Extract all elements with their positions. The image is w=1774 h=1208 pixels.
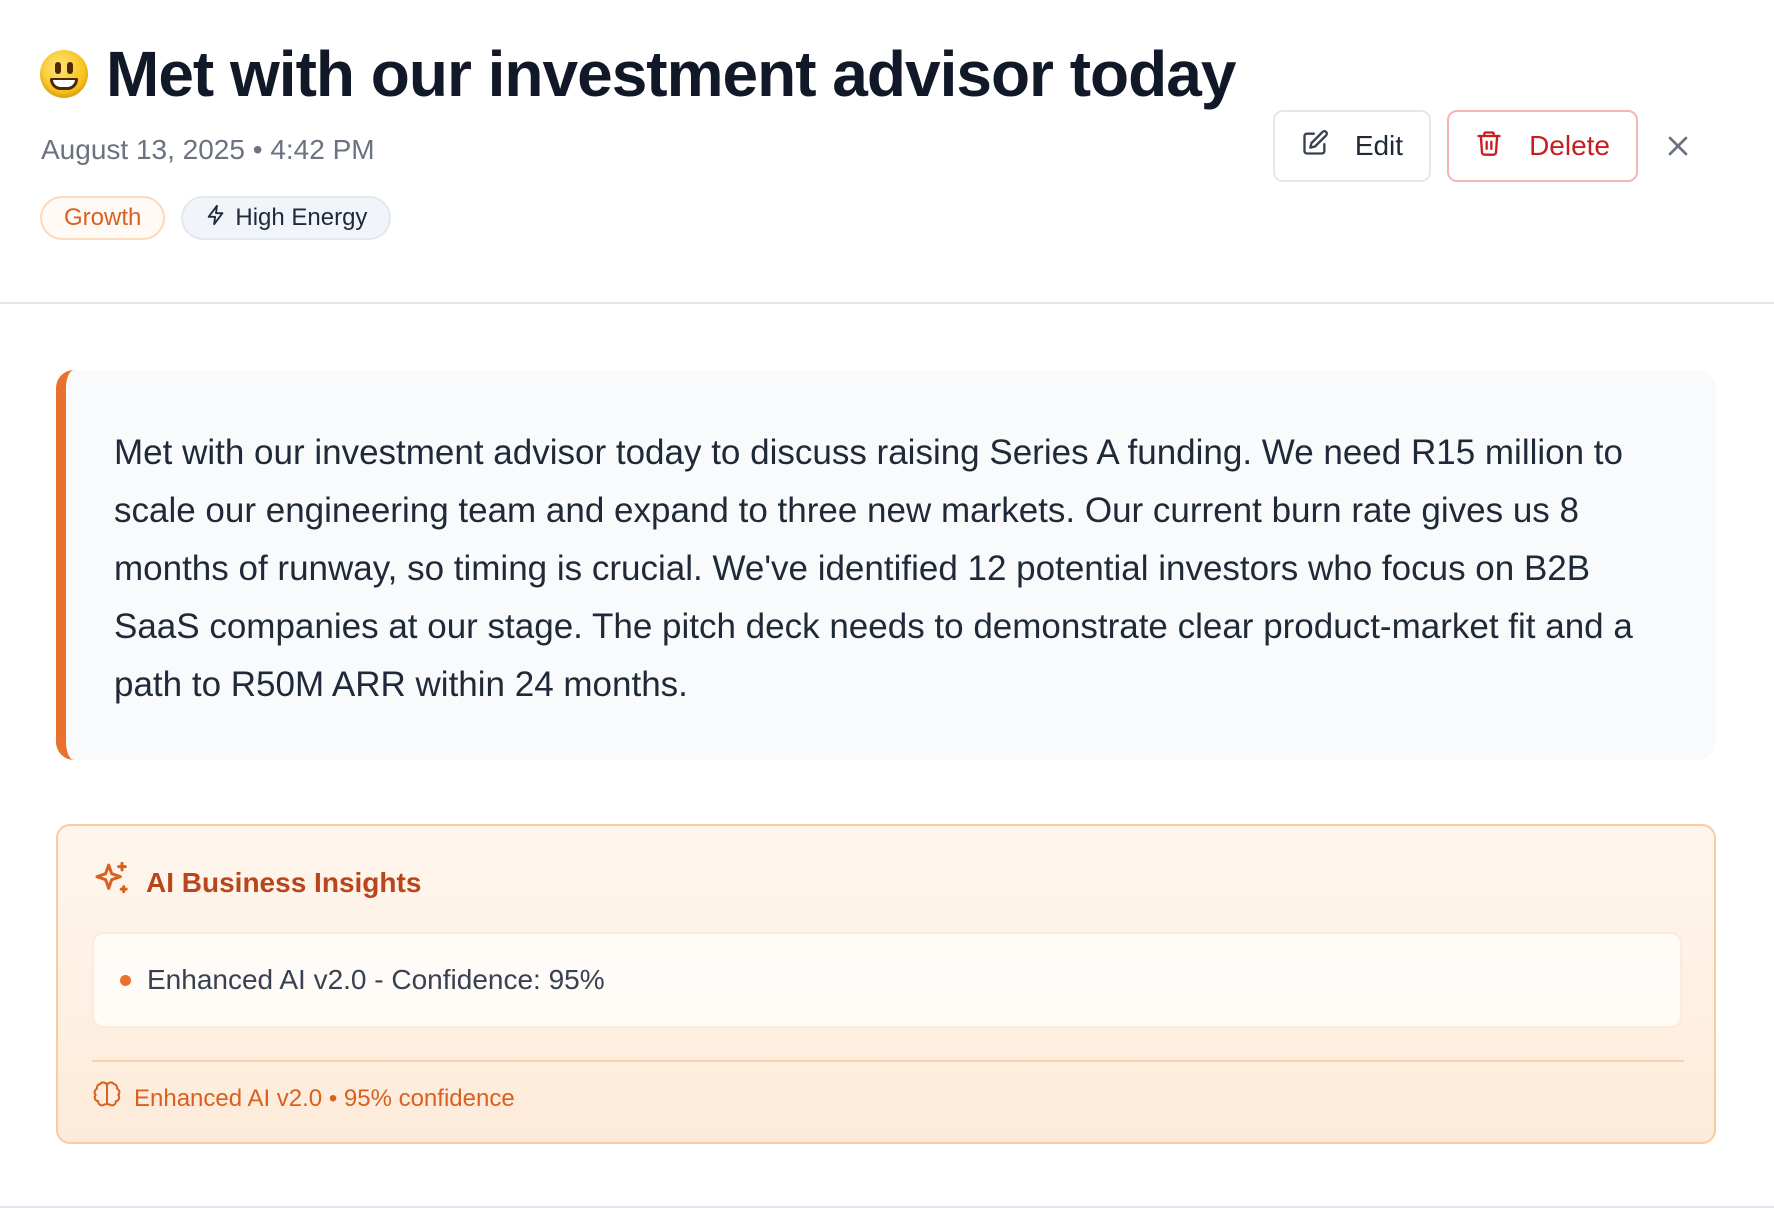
insights-footer-text: Enhanced AI v2.0 • 95% confidence bbox=[134, 1084, 515, 1112]
tag-energy-label: High Energy bbox=[235, 204, 368, 231]
tag-list: Growth High Energy bbox=[40, 196, 392, 240]
entry-actions: Edit Delete bbox=[1272, 110, 1638, 182]
brain-icon bbox=[92, 1080, 122, 1117]
delete-button[interactable]: Delete bbox=[1447, 110, 1638, 182]
tag-growth-label: Growth bbox=[64, 204, 142, 231]
delete-button-label: Delete bbox=[1529, 130, 1610, 161]
bullet-dot-icon bbox=[120, 974, 131, 986]
close-icon bbox=[1662, 136, 1694, 166]
insights-divider bbox=[92, 1060, 1684, 1062]
sparkles-icon bbox=[92, 860, 132, 905]
edit-button[interactable]: Edit bbox=[1272, 110, 1432, 182]
insight-item-text: Enhanced AI v2.0 - Confidence: 95% bbox=[147, 964, 605, 995]
pencil-square-icon bbox=[1301, 129, 1329, 164]
entry-timestamp: August 13, 2025 • 4:42 PM bbox=[41, 134, 375, 166]
grinning-face-emoji-icon bbox=[40, 50, 88, 98]
insights-title: AI Business Insights bbox=[146, 866, 422, 898]
lightning-icon bbox=[205, 204, 227, 233]
edit-button-label: Edit bbox=[1354, 130, 1404, 161]
entry-body-card: Met with our investment advisor today to… bbox=[56, 370, 1716, 760]
title-row: Met with our investment advisor today bbox=[40, 36, 1236, 112]
ai-insights-panel: AI Business Insights Enhanced AI v2.0 - … bbox=[56, 824, 1716, 1144]
entry-title: Met with our investment advisor today bbox=[106, 38, 1236, 110]
tag-energy[interactable]: High Energy bbox=[181, 196, 392, 240]
entry-time: 4:42 PM bbox=[270, 134, 375, 165]
tag-growth[interactable]: Growth bbox=[40, 196, 166, 240]
insights-footer: Enhanced AI v2.0 • 95% confidence bbox=[92, 1080, 515, 1117]
meta-separator: • bbox=[252, 134, 263, 165]
entry-header: Met with our investment advisor today Au… bbox=[0, 0, 1774, 304]
trash-icon bbox=[1475, 129, 1503, 164]
entry-body-text: Met with our investment advisor today to… bbox=[114, 433, 1633, 704]
entry-date: August 13, 2025 bbox=[41, 134, 245, 165]
insights-header: AI Business Insights bbox=[92, 860, 421, 905]
insight-list-item: Enhanced AI v2.0 - Confidence: 95% bbox=[92, 932, 1682, 1028]
close-button[interactable] bbox=[1662, 130, 1694, 162]
